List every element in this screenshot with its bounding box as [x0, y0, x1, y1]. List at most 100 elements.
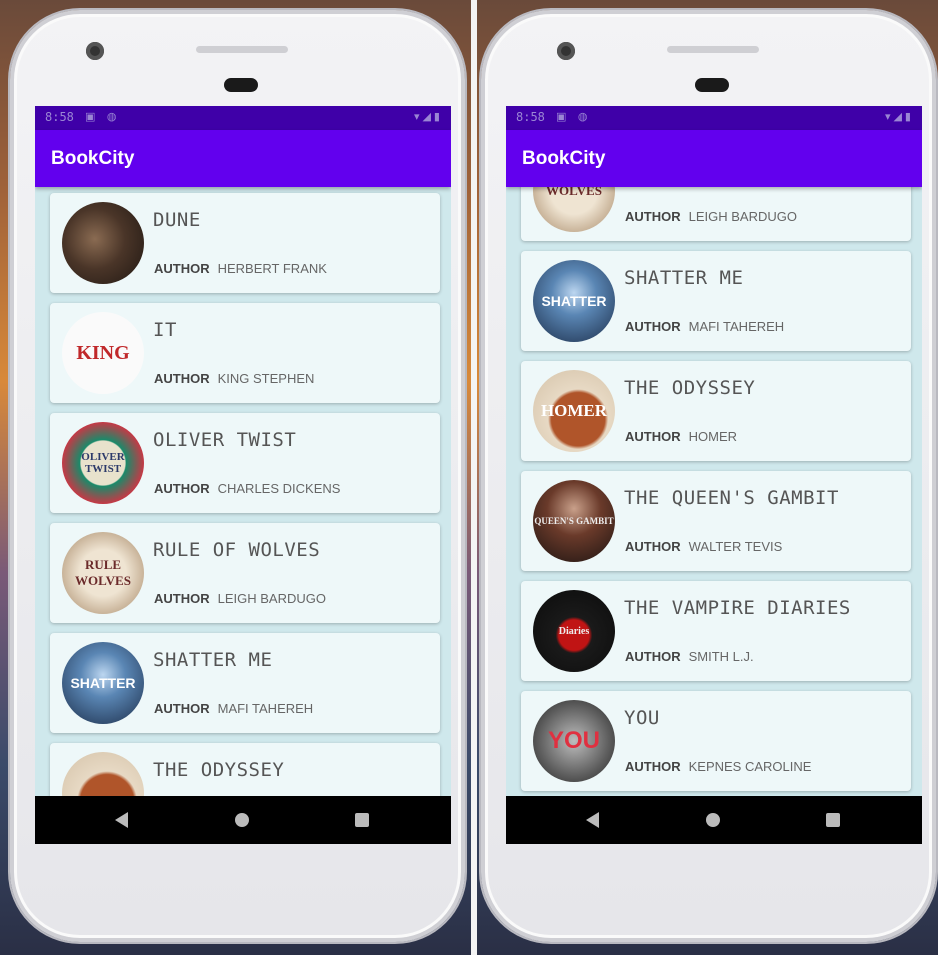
- book-card-the-vampire-diaries[interactable]: Diaries THE VAMPIRE DIARIES AUTHOR SMITH …: [521, 581, 911, 681]
- status-bar: 8:58 ▣ ◍ ▾◢▮: [35, 106, 451, 130]
- oliver-twist-cover-icon: OLIVER TWIST: [62, 422, 144, 504]
- author-row: AUTHOR HOMER: [625, 429, 737, 444]
- dune-cover-icon: [62, 202, 144, 284]
- author-name: MAFI TAHEREH: [688, 319, 785, 334]
- recent-apps-icon[interactable]: [355, 813, 369, 827]
- book-card-rule-of-wolves[interactable]: WOLVES AUTHOR LEIGH BARDUGO: [521, 187, 911, 241]
- author-row: AUTHOR MAFI TAHEREH: [154, 701, 313, 716]
- author-row: AUTHOR MAFI TAHEREH: [625, 319, 784, 334]
- author-name: HOMER: [688, 429, 737, 444]
- author-name: WALTER TEVIS: [688, 539, 783, 554]
- author-row: AUTHOR KEPNES CAROLINE: [625, 759, 811, 774]
- you-cover-icon: YOU: [533, 700, 615, 782]
- author-label: AUTHOR: [625, 539, 681, 554]
- home-icon[interactable]: [706, 813, 720, 827]
- author-label: AUTHOR: [154, 371, 210, 386]
- author-label: AUTHOR: [625, 429, 681, 444]
- app-title: BookCity: [522, 148, 606, 169]
- author-row: AUTHOR LEIGH BARDUGO: [625, 209, 797, 224]
- book-card-dune[interactable]: DUNE AUTHOR HERBERT FRANK: [50, 193, 440, 293]
- earpiece-speaker: [196, 46, 288, 53]
- status-notification-icons: ▣ ◍: [85, 110, 121, 123]
- author-name: LEIGH BARDUGO: [217, 591, 326, 606]
- author-row: AUTHOR WALTER TEVIS: [625, 539, 782, 554]
- author-row: AUTHOR LEIGH BARDUGO: [154, 591, 326, 606]
- shatter-me-cover-icon: SHATTER: [533, 260, 615, 342]
- front-camera: [86, 42, 104, 60]
- author-name: KEPNES CAROLINE: [688, 759, 812, 774]
- book-card-shatter-me[interactable]: SHATTER SHATTER ME AUTHOR MAFI TAHEREH: [521, 251, 911, 351]
- author-name: CHARLES DICKENS: [217, 481, 341, 496]
- image-divider: [471, 0, 477, 955]
- book-card-shatter-me[interactable]: SHATTER SHATTER ME AUTHOR MAFI TAHEREH: [50, 633, 440, 733]
- author-row: AUTHOR SMITH L.J.: [625, 649, 754, 664]
- book-title: THE ODYSSEY: [153, 759, 285, 781]
- book-title: RULE OF WOLVES: [153, 539, 321, 561]
- author-name: HERBERT FRANK: [217, 261, 327, 276]
- back-icon[interactable]: [586, 812, 599, 828]
- book-card-it[interactable]: KING IT AUTHOR KING STEPHEN: [50, 303, 440, 403]
- author-name: MAFI TAHEREH: [217, 701, 314, 716]
- author-label: AUTHOR: [154, 261, 210, 276]
- book-title: YOU: [624, 707, 660, 729]
- book-title: IT: [153, 319, 177, 341]
- app-bar: BookCity: [506, 130, 922, 187]
- author-label: AUTHOR: [154, 591, 210, 606]
- author-label: AUTHOR: [625, 759, 681, 774]
- author-label: AUTHOR: [154, 701, 210, 716]
- proximity-sensor: [224, 78, 258, 92]
- back-icon[interactable]: [115, 812, 128, 828]
- book-card-oliver-twist[interactable]: OLIVER TWIST OLIVER TWIST AUTHOR CHARLES …: [50, 413, 440, 513]
- proximity-sensor: [695, 78, 729, 92]
- author-name: LEIGH BARDUGO: [688, 209, 797, 224]
- recent-apps-icon[interactable]: [826, 813, 840, 827]
- vampire-diaries-cover-icon: Diaries: [533, 590, 615, 672]
- author-label: AUTHOR: [625, 209, 681, 224]
- navigation-bar: [35, 796, 451, 844]
- it-cover-icon: KING: [62, 312, 144, 394]
- book-list[interactable]: WOLVES AUTHOR LEIGH BARDUGO SHATTER SHATT…: [506, 187, 922, 796]
- author-row: AUTHOR HERBERT FRANK: [154, 261, 327, 276]
- odyssey-cover-icon: [62, 752, 144, 796]
- book-title: THE QUEEN'S GAMBIT: [624, 487, 839, 509]
- author-label: AUTHOR: [625, 319, 681, 334]
- book-card-the-odyssey[interactable]: THE ODYSSEY: [50, 743, 440, 796]
- phone-left: 8:58 ▣ ◍ ▾◢▮ BookCity DUNE AUTHOR HERBERT…: [10, 10, 465, 942]
- phone-right: 8:58 ▣ ◍ ▾◢▮ BookCity WOLVES AUTHOR LEIGH…: [481, 10, 936, 942]
- shatter-me-cover-icon: SHATTER: [62, 642, 144, 724]
- book-title: THE ODYSSEY: [624, 377, 756, 399]
- rule-of-wolves-cover-icon: WOLVES: [533, 187, 615, 232]
- status-signal-battery-icon: ▾◢▮: [884, 110, 914, 123]
- queens-gambit-cover-icon: QUEEN'S GAMBIT: [533, 480, 615, 562]
- book-card-the-queens-gambit[interactable]: QUEEN'S GAMBIT THE QUEEN'S GAMBIT AUTHOR…: [521, 471, 911, 571]
- screen-left: 8:58 ▣ ◍ ▾◢▮ BookCity DUNE AUTHOR HERBERT…: [35, 106, 451, 844]
- author-name: KING STEPHEN: [217, 371, 315, 386]
- author-label: AUTHOR: [154, 481, 210, 496]
- app-title: BookCity: [51, 148, 135, 169]
- book-title: DUNE: [153, 209, 201, 231]
- author-name: SMITH L.J.: [688, 649, 754, 664]
- front-camera: [557, 42, 575, 60]
- status-signal-battery-icon: ▾◢▮: [413, 110, 443, 123]
- navigation-bar: [506, 796, 922, 844]
- book-title: SHATTER ME: [624, 267, 744, 289]
- odyssey-cover-icon: HOMER: [533, 370, 615, 452]
- status-bar: 8:58 ▣ ◍ ▾◢▮: [506, 106, 922, 130]
- status-time: 8:58: [516, 110, 545, 124]
- earpiece-speaker: [667, 46, 759, 53]
- book-card-the-odyssey[interactable]: HOMER THE ODYSSEY AUTHOR HOMER: [521, 361, 911, 461]
- status-time: 8:58: [45, 110, 74, 124]
- book-title: THE VAMPIRE DIARIES: [624, 597, 851, 619]
- app-bar: BookCity: [35, 130, 451, 187]
- book-list[interactable]: DUNE AUTHOR HERBERT FRANK KING IT AUTHOR K…: [35, 187, 451, 796]
- book-card-you[interactable]: YOU YOU AUTHOR KEPNES CAROLINE: [521, 691, 911, 791]
- author-label: AUTHOR: [625, 649, 681, 664]
- screen-right: 8:58 ▣ ◍ ▾◢▮ BookCity WOLVES AUTHOR LEIGH…: [506, 106, 922, 844]
- status-notification-icons: ▣ ◍: [556, 110, 592, 123]
- author-row: AUTHOR KING STEPHEN: [154, 371, 314, 386]
- book-title: OLIVER TWIST: [153, 429, 297, 451]
- book-card-rule-of-wolves[interactable]: RULE WOLVES RULE OF WOLVES AUTHOR LEIGH B…: [50, 523, 440, 623]
- author-row: AUTHOR CHARLES DICKENS: [154, 481, 340, 496]
- rule-of-wolves-cover-icon: RULE WOLVES: [62, 532, 144, 614]
- home-icon[interactable]: [235, 813, 249, 827]
